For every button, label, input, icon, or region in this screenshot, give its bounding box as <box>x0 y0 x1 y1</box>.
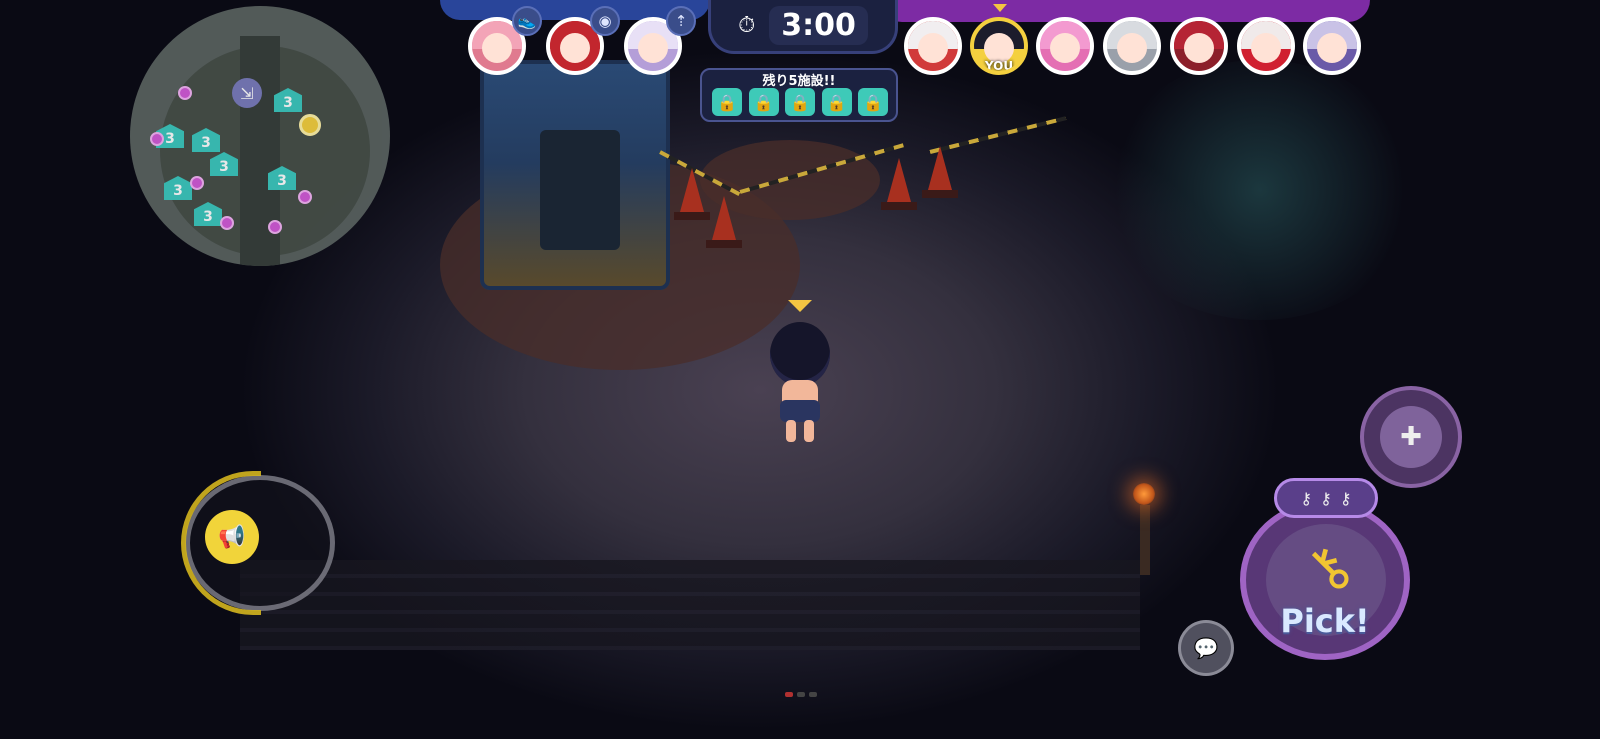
item-button[interactable]: ✚ <box>1360 386 1462 488</box>
player-avatar[interactable] <box>1036 17 1094 75</box>
player-character <box>760 300 840 460</box>
timer-value: 3:00 <box>769 6 868 45</box>
key-icon: ⚷ <box>1300 488 1313 508</box>
pick-button-label: Pick! <box>1280 602 1370 640</box>
you-label: YOU <box>984 59 1014 73</box>
broadcast-icon: ◉ <box>590 6 620 36</box>
stopwatch-icon: ⏱ <box>738 13 756 38</box>
match-timer: ⏱ 3:00 <box>708 0 898 54</box>
lock-icon: 🔒 <box>712 88 742 116</box>
key-counter: ⚷ ⚷ ⚷ <box>1274 478 1378 518</box>
enemy-dot <box>298 190 312 204</box>
player-avatar-you[interactable]: YOU <box>970 17 1028 75</box>
player-avatar[interactable] <box>1237 17 1295 75</box>
you-marker-icon <box>993 4 1007 12</box>
player-marker-icon <box>788 300 812 312</box>
player-avatar[interactable] <box>1303 17 1361 75</box>
remaining-facilities-label: 残り5施設!! <box>762 74 836 89</box>
vending-machine <box>480 60 670 290</box>
person-up-icon: ⇡ <box>666 6 696 36</box>
player-avatar[interactable] <box>1103 17 1161 75</box>
lock-icon: 🔒 <box>858 88 888 116</box>
exit-door-icon: ⇲ <box>232 78 262 108</box>
lamp-light <box>1133 483 1155 505</box>
traffic-cone <box>674 168 710 220</box>
pillar-glow <box>1100 60 1420 320</box>
horn-icon[interactable]: 📢 <box>205 510 259 564</box>
player-avatar[interactable] <box>1170 17 1228 75</box>
lock-icon: 🔒 <box>748 88 779 116</box>
minimap[interactable]: ⇲ 3 3 3 3 3 3 3 <box>130 6 390 266</box>
key-icon: ⚷ <box>1320 488 1332 508</box>
floor-edge <box>240 560 1140 650</box>
chat-bubble-icon: 💬 <box>1193 636 1219 660</box>
enemy-dot <box>220 216 234 230</box>
player-position-icon <box>299 114 321 136</box>
medkit-icon: ✚ <box>1380 406 1442 468</box>
lock-icon: 🔒 <box>785 88 815 116</box>
lamp-post <box>1140 505 1150 575</box>
traffic-cone <box>706 196 742 248</box>
page-indicator <box>785 692 817 697</box>
enemy-dot <box>268 220 282 234</box>
traffic-cone <box>922 146 958 198</box>
enemy-dot <box>190 176 204 190</box>
player-avatar[interactable] <box>904 17 962 75</box>
key-icon: ⚷ <box>1339 488 1352 508</box>
pick-button[interactable]: ⚷ Pick! <box>1240 500 1410 660</box>
enemy-dot <box>150 132 164 146</box>
running-shoe-icon: 👟 <box>512 6 542 36</box>
remaining-facilities: 残り5施設!! 🔒 🔒 🔒 🔒 🔒 <box>700 68 898 122</box>
traffic-cone <box>881 158 917 210</box>
enemy-dot <box>178 86 192 100</box>
chat-button[interactable]: 💬 <box>1178 620 1234 676</box>
lock-icon: 🔒 <box>821 88 852 116</box>
